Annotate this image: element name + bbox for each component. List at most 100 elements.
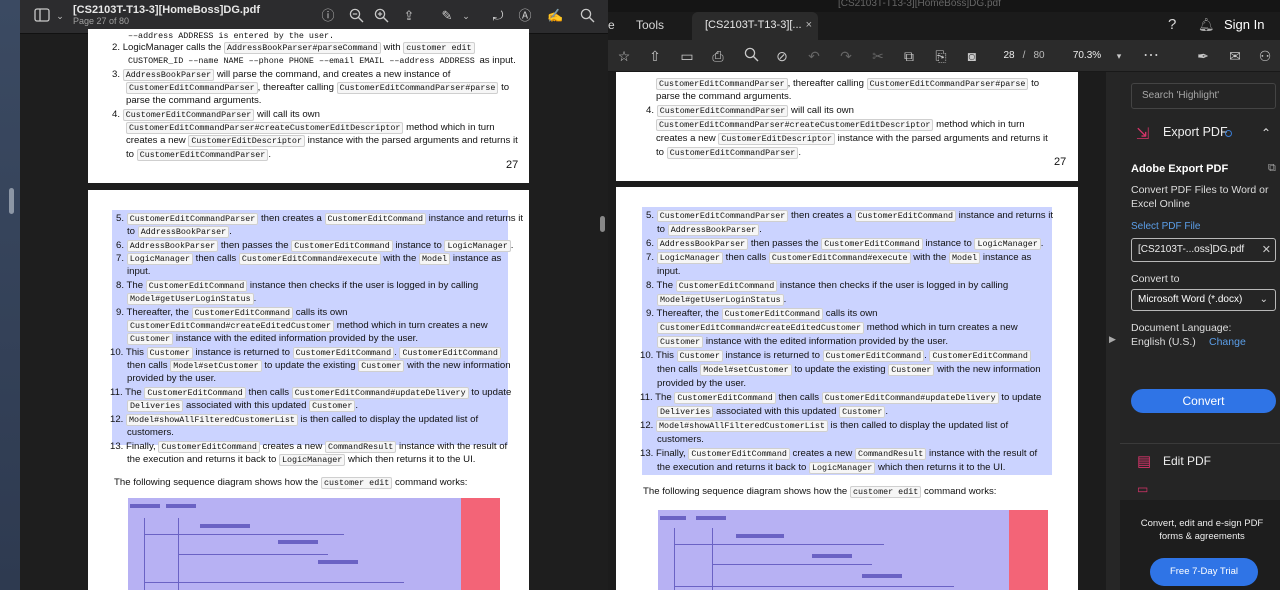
panel-collapse-rail[interactable]: ▶ [1106, 72, 1120, 590]
diagram-lifeline-label [736, 534, 784, 538]
format-select[interactable]: Microsoft Word (*.docx) ⌄ [1131, 289, 1276, 311]
text: calls its own [825, 308, 878, 319]
text: to update [1001, 392, 1042, 403]
text: parse the command arguments. [126, 95, 262, 106]
scissors-icon[interactable]: ✂ [869, 47, 887, 65]
list-number: 8. [116, 280, 125, 291]
code: Customer [358, 360, 405, 372]
edit-pdf-tool[interactable]: Edit PDF [1163, 454, 1211, 468]
help-icon[interactable]: ? [1168, 12, 1176, 40]
share-icon[interactable]: ⚇ [1256, 47, 1274, 65]
text: parse the command arguments. [656, 91, 792, 102]
preview-document-area[interactable]: ––address ADDRESS is entered by the user… [20, 29, 608, 590]
file-name-field[interactable]: [CS2103T-...oss]DG.pdf ✕ [1131, 238, 1276, 262]
document-icon[interactable]: ⧉ [1268, 162, 1276, 175]
sign-icon[interactable]: ✍ [547, 8, 563, 24]
list-number: 12. [110, 414, 124, 425]
print-icon[interactable]: ⎙ [709, 47, 727, 65]
code: CustomerEditCommand [721, 308, 824, 320]
markup-pen-icon[interactable]: ✎ [439, 8, 455, 24]
chevron-down-icon[interactable]: ⌄ [458, 8, 474, 24]
highlight-icon[interactable]: Ⓐ [517, 8, 533, 24]
code: CUSTOMER_ID ––name NAME ––phone PHONE ––… [128, 56, 475, 66]
text: is then called to display the updated li… [830, 420, 1009, 431]
export-pdf-title[interactable]: Export PDF [1163, 125, 1228, 139]
text: then calls [657, 364, 698, 375]
diagram-lifeline [712, 528, 713, 590]
chevron-down-icon[interactable]: ▾ [1110, 47, 1128, 65]
text: with the [383, 253, 417, 264]
diagram-lifeline-label [862, 574, 902, 578]
zoom-in-icon[interactable] [373, 8, 389, 24]
list-number: 12. [640, 420, 654, 431]
chevron-down-icon[interactable]: ⌄ [52, 8, 68, 24]
code: CustomerEditCommandParser#parse [866, 78, 1029, 90]
text: to [1031, 78, 1040, 89]
code: Model#setCustomer [700, 364, 792, 376]
undo-icon[interactable]: ↶ [805, 47, 823, 65]
code: CustomerEditCommand#updateDelivery [821, 392, 999, 404]
compare-icon[interactable]: ⧉ [900, 47, 918, 65]
menu-tools[interactable]: Tools [636, 12, 664, 40]
diagram-message [674, 544, 884, 545]
close-icon[interactable]: ✕ [1262, 239, 1271, 261]
free-trial-button[interactable]: Free 7-Day Trial [1150, 558, 1258, 586]
code: CustomerEditCommandParser#createCustomer… [126, 122, 404, 134]
sign-icon[interactable]: ✒ [1194, 47, 1212, 65]
window-resize-handle[interactable] [9, 188, 14, 214]
zoom-level[interactable]: 70.3% [1070, 47, 1104, 65]
search-icon[interactable] [742, 47, 760, 65]
menu-home[interactable]: e [608, 12, 615, 40]
list-number: 11. [110, 387, 123, 398]
document-tab[interactable]: [CS2103T-T13-3][... × [692, 12, 818, 40]
page-number: 27 [506, 159, 519, 171]
sidebar-toggle-icon[interactable] [34, 8, 50, 24]
more-icon[interactable]: ⋯ [1142, 47, 1160, 65]
text: method which in turn creates a new [866, 322, 1018, 333]
search-icon[interactable] [579, 8, 595, 24]
tool-icon[interactable]: ▭ [1137, 482, 1148, 496]
list-number: 3. [112, 69, 121, 80]
acrobat-document-area[interactable]: CustomerEditCommandParser, thereafter ca… [608, 72, 1106, 590]
acrobat-window: [CS2103T-T13-3][HomeBoss]DG.pdf e Tools … [608, 0, 1280, 590]
search-tools-input[interactable]: Search 'Highlight' [1131, 83, 1276, 109]
convert-button[interactable]: Convert [1131, 389, 1276, 413]
redo-icon[interactable]: ↷ [837, 47, 855, 65]
text: the execution and returns it back to [127, 454, 277, 465]
code: LogicManager [126, 253, 193, 265]
page-number-input[interactable]: 28 [997, 47, 1021, 65]
text: then creates a [261, 213, 322, 224]
sign-in-link[interactable]: Sign In [1224, 12, 1264, 40]
list-number: 13. [110, 441, 124, 452]
redact-icon[interactable]: ⊘ [773, 47, 791, 65]
change-language-link[interactable]: Change [1209, 336, 1246, 348]
info-icon[interactable]: ⓘ [320, 8, 336, 24]
text: as input. [479, 55, 516, 66]
zoom-out-icon[interactable] [348, 8, 364, 24]
rotate-icon[interactable]: ⤾ [490, 8, 506, 24]
text: command works: [394, 477, 468, 488]
clipboard-icon[interactable]: ⎘ [932, 47, 950, 65]
text: which then returns it to the UI. [877, 462, 1006, 473]
upload-icon[interactable]: ⇧ [646, 47, 664, 65]
close-icon[interactable]: × [806, 12, 812, 38]
select-file-label[interactable]: Select PDF File [1131, 221, 1200, 232]
text: instance with the result of [928, 448, 1038, 459]
camera-icon[interactable]: ◙ [963, 47, 981, 65]
scrollbar-thumb[interactable] [600, 216, 605, 232]
text: . [1040, 238, 1044, 249]
code: CustomerEditCommandParser [656, 78, 788, 90]
share-icon[interactable]: ⇪ [401, 8, 417, 24]
code: Customer [657, 336, 704, 348]
star-icon[interactable]: ☆ [615, 47, 633, 65]
chevron-up-icon[interactable]: ⌃ [1261, 126, 1271, 140]
chevron-right-icon[interactable]: ▶ [1109, 334, 1116, 345]
diagram-ref-frame [1009, 510, 1048, 590]
bell-icon[interactable]: 🔔︎ [1198, 12, 1215, 40]
text: creates a new [126, 135, 186, 146]
mail-icon[interactable]: ✉ [1226, 47, 1244, 65]
create-pdf-icon[interactable]: ▭ [678, 47, 696, 65]
text: to update [471, 387, 512, 398]
text: with [383, 42, 401, 53]
text: The [656, 280, 674, 291]
